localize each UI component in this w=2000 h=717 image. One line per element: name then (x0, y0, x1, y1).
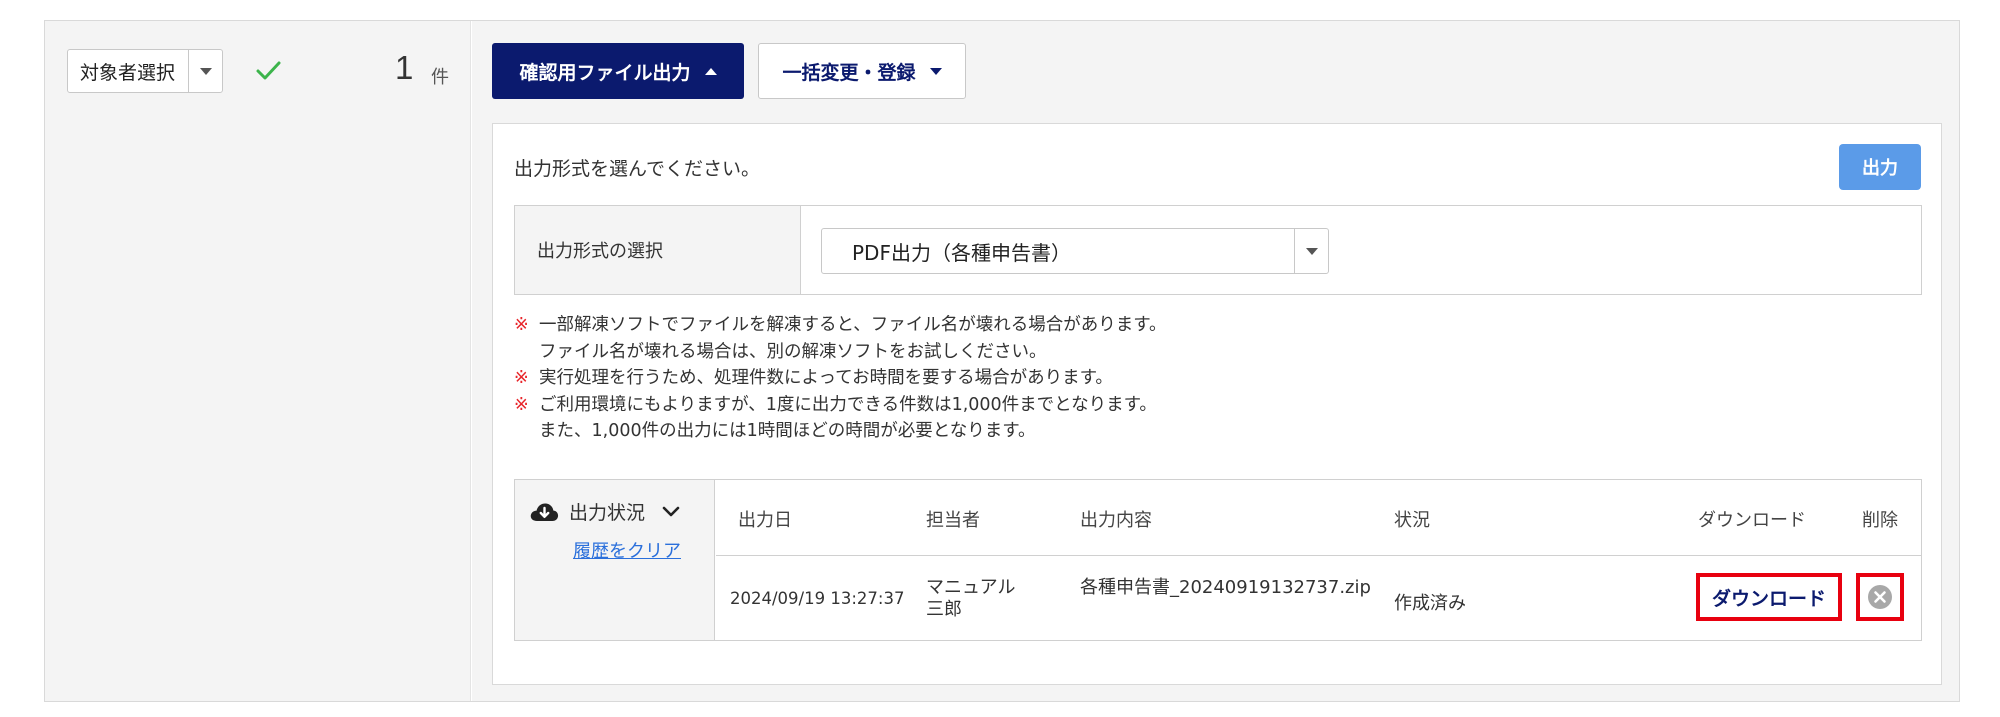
note-line: 実行処理を行うため、処理件数によってお時間を要する場合があります。 (539, 368, 1113, 388)
note-mark: ※ (514, 394, 529, 415)
caret-down-icon (929, 67, 942, 75)
format-selected-value: PDF出力（各種申告書） (852, 240, 1071, 265)
selected-count: 1 (395, 49, 414, 86)
row-person: マニュアル 三郎 (926, 577, 1034, 620)
target-select-dropdown[interactable]: 対象者選択 (67, 49, 223, 93)
confirm-file-output-button[interactable]: 確認用ファイル出力 (492, 43, 744, 99)
output-prompt: 出力形式を選んでください。 (514, 158, 761, 180)
close-circle-icon (1868, 585, 1892, 609)
chevron-down-icon (662, 506, 680, 516)
format-select-dropdown[interactable]: PDF出力（各種申告書） (821, 228, 1329, 274)
history-sidebar: 出力状況 履歴をクリア (515, 480, 715, 640)
cloud-download-icon (530, 502, 559, 521)
row-status: 作成済み (1394, 593, 1466, 614)
column-header-content: 出力内容 (1080, 510, 1152, 531)
column-header-date: 出力日 (738, 510, 792, 531)
note-item: ※ 一部解凍ソフトでファイルを解凍すると、ファイル名が壊れる場合があります。 フ… (514, 315, 1167, 362)
note-item: ※ 実行処理を行うため、処理件数によってお時間を要する場合があります。 (514, 368, 1167, 388)
download-button[interactable]: ダウンロード (1696, 573, 1842, 621)
history-toggle[interactable]: 出力状況 (529, 498, 681, 525)
bulk-change-register-label: 一括変更・登録 (782, 61, 916, 84)
main-frame: 対象者選択 1 件 確認用ファイル出力 一括変更・登録 出力形式を選んでください… (44, 20, 1960, 702)
dropdown-caret-icon (1294, 229, 1328, 273)
format-row: 出力形式の選択 PDF出力（各種申告書） (514, 205, 1922, 295)
dropdown-caret-icon (188, 50, 222, 92)
row-date: 2024/09/19 13:27:37 (730, 589, 905, 608)
column-header-person: 担当者 (926, 510, 980, 531)
format-label: 出力形式の選択 (515, 206, 801, 294)
target-select-label: 対象者選択 (80, 61, 176, 84)
confirm-file-output-label: 確認用ファイル出力 (519, 61, 691, 84)
note-line: また、1,000件の出力には1時間ほどの時間が必要となります。 (539, 421, 1036, 441)
notes: ※ 一部解凍ソフトでファイルを解凍すると、ファイル名が壊れる場合があります。 フ… (514, 315, 1167, 450)
output-button[interactable]: 出力 (1839, 144, 1921, 190)
bulk-change-register-button[interactable]: 一括変更・登録 (758, 43, 966, 99)
count-unit: 件 (431, 67, 449, 88)
note-mark: ※ (514, 368, 529, 388)
column-header-status: 状況 (1394, 510, 1430, 531)
column-header-delete: 削除 (1862, 510, 1898, 531)
note-line: 一部解凍ソフトでファイルを解凍すると、ファイル名が壊れる場合があります。 (539, 315, 1167, 335)
output-history: 出力状況 履歴をクリア 出力日 担当者 出力内容 状況 ダウンロード 削除 20… (514, 479, 1922, 641)
history-table-header: 出力日 担当者 出力内容 状況 ダウンロード 削除 (716, 480, 1921, 556)
note-mark: ※ (514, 315, 529, 335)
note-line: ご利用環境にもよりますが、1度に出力できる件数は1,000件までとなります。 (539, 394, 1157, 415)
clear-history-link[interactable]: 履歴をクリア (573, 537, 681, 563)
history-table: 出力日 担当者 出力内容 状況 ダウンロード 削除 2024/09/19 13:… (716, 480, 1921, 640)
note-line: ファイル名が壊れる場合は、別の解凍ソフトをお試しください。 (539, 341, 1047, 362)
history-title: 出力状況 (569, 502, 646, 524)
left-panel: 対象者選択 1 件 (45, 21, 471, 701)
column-header-download: ダウンロード (1698, 510, 1806, 531)
delete-button[interactable] (1856, 573, 1904, 621)
caret-up-icon (704, 67, 717, 75)
table-row: 2024/09/19 13:27:37 マニュアル 三郎 各種申告書_20240… (716, 557, 1921, 641)
right-panel: 確認用ファイル出力 一括変更・登録 出力形式を選んでください。 出力 出力形式の… (472, 21, 1959, 701)
check-icon (256, 61, 281, 80)
row-content: 各種申告書_20240919132737.zip (1080, 577, 1371, 598)
note-item: ※ ご利用環境にもよりますが、1度に出力できる件数は1,000件までとなります。… (514, 394, 1167, 441)
output-panel: 出力形式を選んでください。 出力 出力形式の選択 PDF出力（各種申告書） ※ … (492, 123, 1942, 685)
